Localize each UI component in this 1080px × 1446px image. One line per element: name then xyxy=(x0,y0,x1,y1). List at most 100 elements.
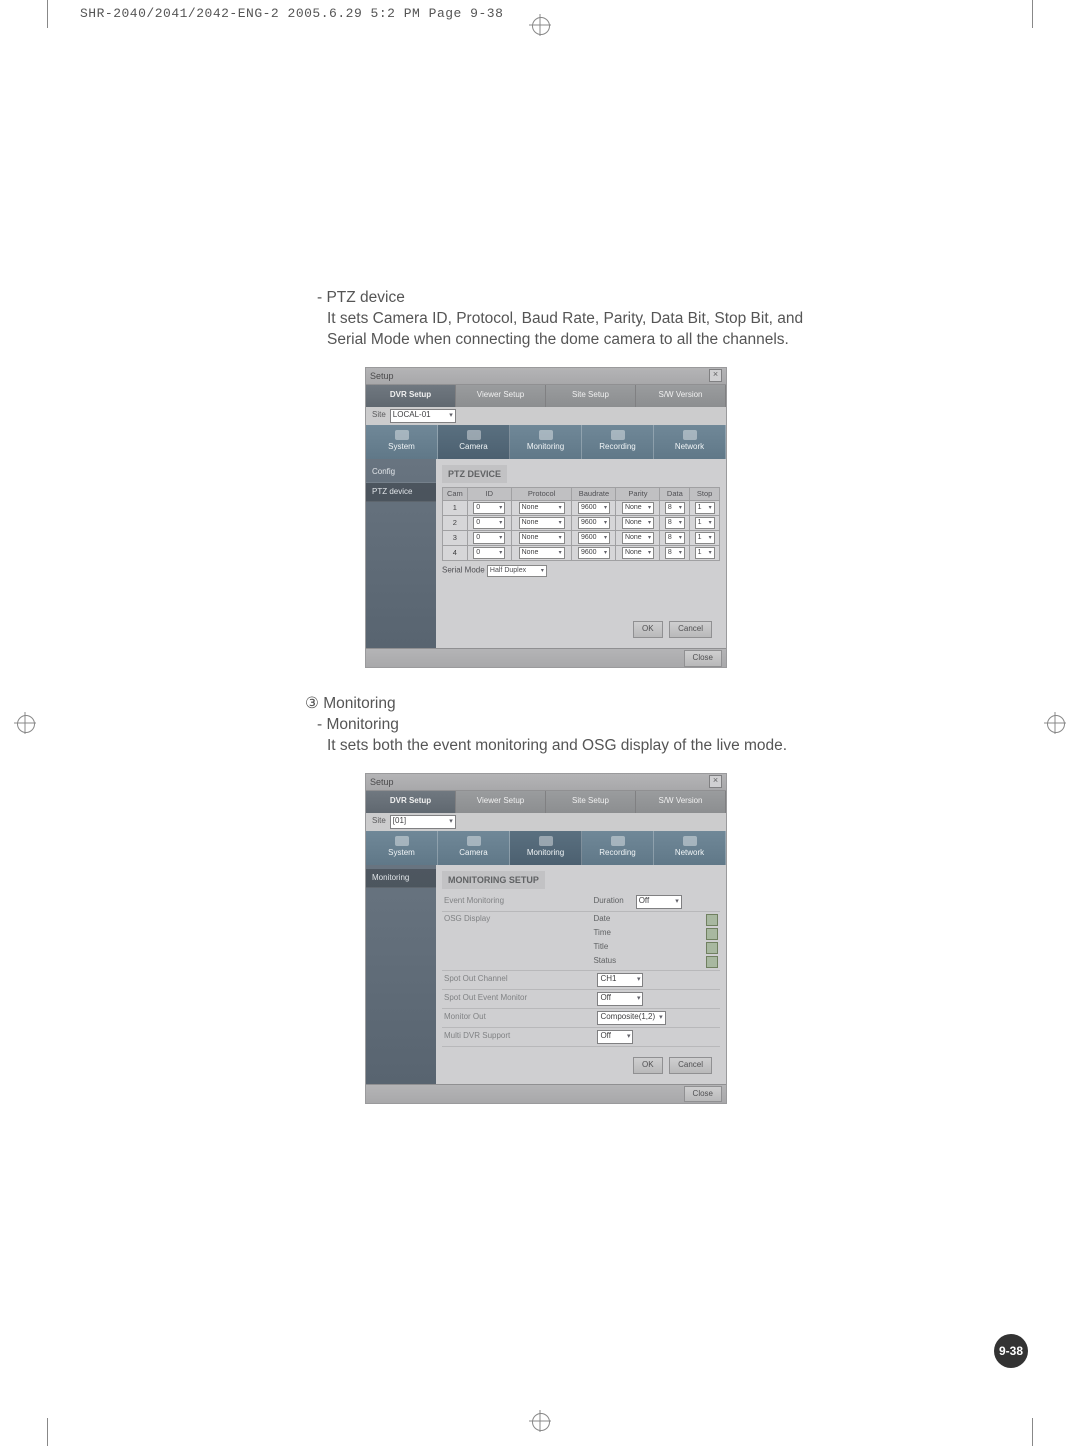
id-select[interactable]: 0 xyxy=(473,547,505,559)
registration-mark xyxy=(14,712,36,734)
id-select[interactable]: 0 xyxy=(473,532,505,544)
row-osg-display: OSG Display Date Time Title Status xyxy=(442,912,720,971)
system-icon xyxy=(395,430,409,440)
serial-mode-label: Serial Mode xyxy=(442,565,485,574)
serial-mode-select[interactable]: Half Duplex xyxy=(487,565,547,577)
data-select[interactable]: 8 xyxy=(665,547,685,559)
monitoring-section-heading: ③ Monitoring xyxy=(305,694,845,715)
record-icon xyxy=(611,836,625,846)
system-icon xyxy=(395,836,409,846)
bigtab-network[interactable]: Network xyxy=(654,425,726,459)
sidebar-item-ptz-device[interactable]: PTZ device xyxy=(366,483,436,503)
bigtab-recording[interactable]: Recording xyxy=(582,831,654,865)
camera-icon xyxy=(467,430,481,440)
stop-select[interactable]: 1 xyxy=(695,502,715,514)
table-row: 3 0 None 9600 None 8 1 xyxy=(443,531,720,546)
table-row: 2 0 None 9600 None 8 1 xyxy=(443,516,720,531)
monitor-out-select[interactable]: Composite(1,2) xyxy=(597,1011,665,1025)
row-multi-dvr: Multi DVR Support Off xyxy=(442,1028,720,1047)
row-spot-event: Spot Out Event Monitor Off xyxy=(442,990,720,1009)
network-icon xyxy=(683,430,697,440)
protocol-select[interactable]: None xyxy=(519,532,565,544)
sidebar-item-monitoring[interactable]: Monitoring xyxy=(366,869,436,889)
ptz-desc: It sets Camera ID, Protocol, Baud Rate, … xyxy=(305,309,845,351)
close-icon[interactable]: × xyxy=(709,775,722,788)
protocol-select[interactable]: None xyxy=(519,547,565,559)
row-spot-channel: Spot Out Channel CH1 xyxy=(442,971,720,990)
monitoring-desc: It sets both the event monitoring and OS… xyxy=(305,736,845,757)
bigtab-system[interactable]: System xyxy=(366,425,438,459)
tab-site-setup[interactable]: Site Setup xyxy=(546,385,636,407)
table-row: 1 0 None 9600 None 8 1 xyxy=(443,501,720,516)
bigtab-network[interactable]: Network xyxy=(654,831,726,865)
monitor-icon xyxy=(539,836,553,846)
baud-select[interactable]: 9600 xyxy=(578,517,610,529)
protocol-select[interactable]: None xyxy=(519,517,565,529)
parity-select[interactable]: None xyxy=(622,547,654,559)
site-select[interactable]: [01] xyxy=(390,815,456,829)
duration-select[interactable]: Off xyxy=(636,895,682,909)
crop-mark xyxy=(47,1418,48,1446)
parity-select[interactable]: None xyxy=(622,502,654,514)
stop-select[interactable]: 1 xyxy=(695,532,715,544)
close-button[interactable]: Close xyxy=(684,650,722,667)
site-select[interactable]: LOCAL-01 xyxy=(390,409,456,423)
tab-sw-version[interactable]: S/W Version xyxy=(636,385,726,407)
ok-button[interactable]: OK xyxy=(633,621,663,638)
ptz-table: Cam ID Protocol Baudrate Parity Data Sto… xyxy=(442,487,720,561)
stop-select[interactable]: 1 xyxy=(695,547,715,559)
registration-mark xyxy=(1044,712,1066,734)
baud-select[interactable]: 9600 xyxy=(578,502,610,514)
stop-select[interactable]: 1 xyxy=(695,517,715,529)
checkbox[interactable] xyxy=(706,942,718,954)
crop-mark xyxy=(1032,0,1033,28)
table-row: 4 0 None 9600 None 8 1 xyxy=(443,546,720,561)
panel-title: PTZ DEVICE xyxy=(442,465,507,483)
sidebar-item-config[interactable]: Config xyxy=(366,463,436,483)
checkbox[interactable] xyxy=(706,956,718,968)
close-button[interactable]: Close xyxy=(684,1086,722,1103)
baud-select[interactable]: 9600 xyxy=(578,532,610,544)
tab-sw-version[interactable]: S/W Version xyxy=(636,791,726,813)
ptz-heading: - PTZ device xyxy=(305,288,845,309)
parity-select[interactable]: None xyxy=(622,532,654,544)
tab-dvr-setup[interactable]: DVR Setup xyxy=(366,385,456,407)
printer-slug: SHR-2040/2041/2042-ENG-2 2005.6.29 5:2 P… xyxy=(80,6,503,21)
data-select[interactable]: 8 xyxy=(665,517,685,529)
crop-mark xyxy=(1032,1418,1033,1446)
bigtab-system[interactable]: System xyxy=(366,831,438,865)
panel-title: MONITORING SETUP xyxy=(442,871,545,889)
bigtab-monitoring[interactable]: Monitoring xyxy=(510,831,582,865)
top-tabs: DVR Setup Viewer Setup Site Setup S/W Ve… xyxy=(366,385,726,407)
id-select[interactable]: 0 xyxy=(473,502,505,514)
bigtab-camera[interactable]: Camera xyxy=(438,425,510,459)
parity-select[interactable]: None xyxy=(622,517,654,529)
cancel-button[interactable]: Cancel xyxy=(669,1057,712,1074)
data-select[interactable]: 8 xyxy=(665,532,685,544)
tab-dvr-setup[interactable]: DVR Setup xyxy=(366,791,456,813)
close-icon[interactable]: × xyxy=(709,369,722,382)
row-monitor-out: Monitor Out Composite(1,2) xyxy=(442,1009,720,1028)
ok-button[interactable]: OK xyxy=(633,1057,663,1074)
id-select[interactable]: 0 xyxy=(473,517,505,529)
bigtab-camera[interactable]: Camera xyxy=(438,831,510,865)
cancel-button[interactable]: Cancel xyxy=(669,621,712,638)
bigtab-monitoring[interactable]: Monitoring xyxy=(510,425,582,459)
baud-select[interactable]: 9600 xyxy=(578,547,610,559)
crop-mark xyxy=(47,0,48,28)
data-select[interactable]: 8 xyxy=(665,502,685,514)
tab-site-setup[interactable]: Site Setup xyxy=(546,791,636,813)
site-label: Site xyxy=(372,410,386,421)
checkbox[interactable] xyxy=(706,914,718,926)
checkbox[interactable] xyxy=(706,928,718,940)
bigtab-recording[interactable]: Recording xyxy=(582,425,654,459)
monitoring-heading: - Monitoring xyxy=(305,715,845,736)
site-label: Site xyxy=(372,816,386,827)
multi-dvr-select[interactable]: Off xyxy=(597,1030,633,1044)
tab-viewer-setup[interactable]: Viewer Setup xyxy=(456,385,546,407)
protocol-select[interactable]: None xyxy=(519,502,565,514)
spot-event-select[interactable]: Off xyxy=(597,992,643,1006)
tab-viewer-setup[interactable]: Viewer Setup xyxy=(456,791,546,813)
page-number-badge: 9-38 xyxy=(994,1334,1028,1368)
spot-channel-select[interactable]: CH1 xyxy=(597,973,643,987)
